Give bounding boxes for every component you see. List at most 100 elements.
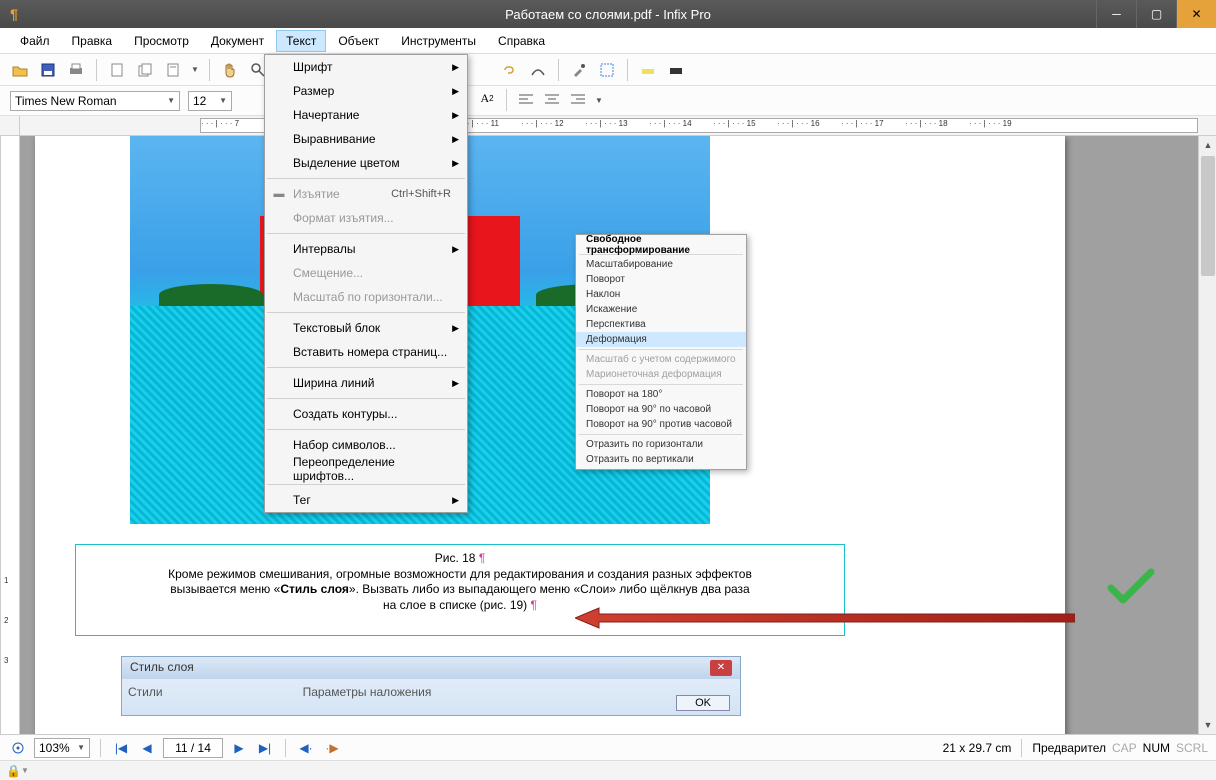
menu-item-charmap[interactable]: Набор символов... (265, 433, 467, 457)
zoom-target-icon[interactable] (8, 738, 28, 758)
eyedropper-icon[interactable] (567, 58, 591, 82)
status-scrl: SCRL (1176, 741, 1208, 755)
toolbar-main: ▼ (0, 54, 1216, 86)
redact-icon[interactable] (664, 58, 688, 82)
close-button[interactable]: ✕ (1176, 0, 1216, 28)
font-size-value: 12 (193, 94, 206, 108)
app-logo-icon: ¶ (0, 6, 28, 22)
dialog-panel-blend: Параметры наложения (303, 685, 432, 699)
align-right-icon[interactable] (567, 89, 589, 109)
ctx-perspective[interactable]: Перспектива (576, 317, 746, 332)
ctx-rot90ccw[interactable]: Поворот на 90° против часовой (576, 417, 746, 432)
scrollbar-vertical[interactable]: ▲ ▼ (1198, 136, 1216, 734)
ctx-scale[interactable]: Масштабирование (576, 257, 746, 272)
scroll-thumb[interactable] (1201, 156, 1215, 276)
menu-item-redact: ▬ИзъятиеCtrl+Shift+R (265, 182, 467, 206)
titlebar: ¶ Работаем со слоями.pdf - Infix Pro ─ ▢… (0, 0, 1216, 28)
menu-item-tag[interactable]: Тег▶ (265, 488, 467, 512)
menu-help[interactable]: Справка (488, 30, 555, 52)
menu-tools[interactable]: Инструменты (391, 30, 486, 52)
page-dims: 21 x 29.7 cm (943, 741, 1012, 755)
menu-item-offset: Смещение... (265, 261, 467, 285)
prev-page-icon[interactable]: ◀ (137, 738, 157, 758)
menu-file[interactable]: Файл (10, 30, 60, 52)
first-page-icon[interactable]: |◀ (111, 738, 131, 758)
link-icon[interactable] (498, 58, 522, 82)
redact-small-icon: ▬ (271, 188, 287, 200)
zoom-combo[interactable]: 103%▼ (34, 738, 90, 758)
ctx-rotate[interactable]: Поворот (576, 272, 746, 287)
scroll-up-icon[interactable]: ▲ (1199, 136, 1216, 154)
body-line-3: на слое в списке (рис. 19) (383, 598, 527, 612)
figure-caption: Рис. 18 (435, 551, 476, 565)
ctx-free-transform[interactable]: Свободное трансформирование (576, 237, 746, 252)
lock-icon: 🔒 (6, 764, 21, 778)
toolbar-dropdown-icon[interactable]: ▼ (189, 58, 201, 82)
ctx-rot90cw[interactable]: Поворот на 90° по часовой (576, 402, 746, 417)
page-field[interactable]: 11 / 14 (163, 738, 223, 758)
dialog-ok-button[interactable]: OK (676, 695, 730, 711)
forward-nav-icon[interactable]: ·▶ (322, 738, 342, 758)
checkmark-icon (1107, 566, 1155, 606)
menu-edit[interactable]: Правка (62, 30, 123, 52)
hand-tool-icon[interactable] (218, 58, 242, 82)
maximize-button[interactable]: ▢ (1136, 0, 1176, 28)
align-left-icon[interactable] (515, 89, 537, 109)
menu-item-outlines[interactable]: Создать контуры... (265, 402, 467, 426)
text-menu-dropdown: Шрифт▶ Размер▶ Начертание▶ Выравнивание▶… (264, 54, 468, 513)
menu-view[interactable]: Просмотр (124, 30, 199, 52)
font-name-combo[interactable]: Times New Roman▼ (10, 91, 180, 111)
doc-icon[interactable] (161, 58, 185, 82)
layer-style-dialog: Стиль слоя✕ Стили Параметры наложения OK (121, 656, 741, 716)
subscript-icon[interactable]: A2 (476, 89, 498, 109)
save-icon[interactable] (36, 58, 60, 82)
status-num: NUM (1143, 741, 1170, 755)
window-title: Работаем со слоями.pdf - Infix Pro (505, 7, 711, 22)
curve-icon[interactable] (526, 58, 550, 82)
menu-item-align[interactable]: Выравнивание▶ (265, 127, 467, 151)
open-icon[interactable] (8, 58, 32, 82)
ctx-distort[interactable]: Искажение (576, 302, 746, 317)
menu-item-textblock[interactable]: Текстовый блок▶ (265, 316, 467, 340)
ctx-rot180[interactable]: Поворот на 180° (576, 387, 746, 402)
menu-item-linewidth[interactable]: Ширина линий▶ (265, 371, 467, 395)
scroll-down-icon[interactable]: ▼ (1199, 716, 1216, 734)
copy-icon[interactable] (133, 58, 157, 82)
minimize-button[interactable]: ─ (1096, 0, 1136, 28)
print-icon[interactable] (64, 58, 88, 82)
page: Рис. 18 ¶ Кроме режимов смешивания, огро… (35, 136, 1065, 734)
align-dropdown-icon[interactable]: ▼ (593, 89, 605, 113)
menu-item-highlight[interactable]: Выделение цветом▶ (265, 151, 467, 175)
transform-context-menu: Свободное трансформирование Масштабирова… (575, 234, 747, 470)
ctx-skew[interactable]: Наклон (576, 287, 746, 302)
ctx-puppet: Марионеточная деформация (576, 367, 746, 382)
page-value: 11 / 14 (175, 741, 211, 755)
select-rect-icon[interactable] (595, 58, 619, 82)
ctx-fliph[interactable]: Отразить по горизонтали (576, 437, 746, 452)
dialog-title: Стиль слоя (130, 660, 194, 676)
status-preview: Предварител (1032, 741, 1106, 755)
menu-item-pagenum[interactable]: Вставить номера страниц... (265, 340, 467, 364)
highlight-icon[interactable] (636, 58, 660, 82)
back-nav-icon[interactable]: ◀· (296, 738, 316, 758)
menubar: Файл Правка Просмотр Документ Текст Объе… (0, 28, 1216, 54)
dialog-close-icon[interactable]: ✕ (710, 660, 732, 676)
menu-item-spacing[interactable]: Интервалы▶ (265, 237, 467, 261)
menu-item-size[interactable]: Размер▶ (265, 79, 467, 103)
align-center-icon[interactable] (541, 89, 563, 109)
statusbar-secondary: 🔒 ▼ (0, 760, 1216, 780)
ctx-warp[interactable]: Деформация (576, 332, 746, 347)
ruler-vertical[interactable]: 1 2 3 (0, 136, 20, 734)
last-page-icon[interactable]: ▶| (255, 738, 275, 758)
zoom-value: 103% (39, 741, 70, 755)
ctx-flipv[interactable]: Отразить по вертикали (576, 452, 746, 467)
page-icon[interactable] (105, 58, 129, 82)
font-size-combo[interactable]: 12▼ (188, 91, 232, 111)
menu-item-fontremap[interactable]: Переопределение шрифтов... (265, 457, 467, 481)
menu-item-style[interactable]: Начертание▶ (265, 103, 467, 127)
menu-object[interactable]: Объект (328, 30, 389, 52)
next-page-icon[interactable]: ▶ (229, 738, 249, 758)
menu-text[interactable]: Текст (276, 30, 326, 52)
menu-document[interactable]: Документ (201, 30, 274, 52)
menu-item-font[interactable]: Шрифт▶ (265, 55, 467, 79)
